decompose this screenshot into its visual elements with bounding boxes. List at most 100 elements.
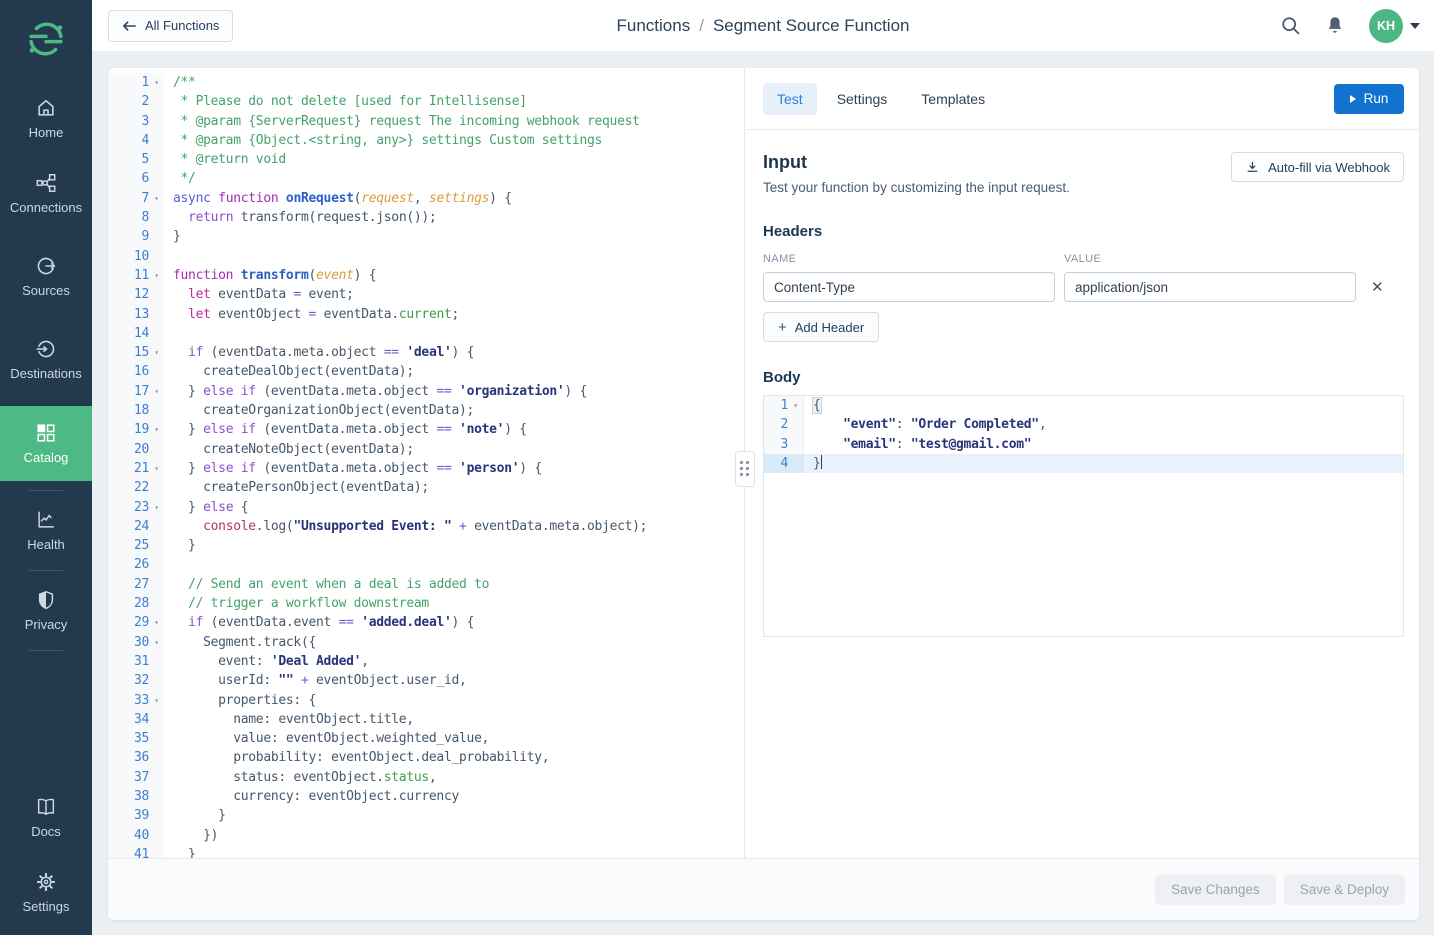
sidebar-item-sources[interactable]: Sources xyxy=(0,246,92,307)
sidebar-item-catalog[interactable]: Catalog xyxy=(0,406,92,481)
header-name-input[interactable] xyxy=(763,272,1055,302)
code-line[interactable]: 10 xyxy=(108,247,744,266)
catalog-icon xyxy=(35,422,57,444)
code-line[interactable]: 5 * @return void xyxy=(108,150,744,169)
sidebar: Home Connections Sources Destinations Ca… xyxy=(0,0,92,935)
code-line[interactable]: 21▾ } else if (eventData.meta.object == … xyxy=(108,459,744,478)
autofill-webhook-button[interactable]: Auto-fill via Webhook xyxy=(1231,152,1404,182)
code-line[interactable]: 37 status: eventObject.status, xyxy=(108,768,744,787)
code-line[interactable]: 14 xyxy=(108,324,744,343)
tab-test[interactable]: Test xyxy=(763,83,817,115)
fold-toggle-icon[interactable]: ▾ xyxy=(149,73,164,92)
code-line[interactable]: 4} xyxy=(764,454,1403,473)
fold-toggle-icon[interactable]: ▾ xyxy=(149,420,164,439)
fold-toggle-icon[interactable]: ▾ xyxy=(149,189,164,208)
code-line[interactable]: 24 console.log("Unsupported Event: " + e… xyxy=(108,517,744,536)
fold-toggle-icon[interactable]: ▾ xyxy=(149,691,164,710)
save-changes-button[interactable]: Save Changes xyxy=(1155,875,1276,905)
fold-toggle-icon[interactable]: ▾ xyxy=(149,613,164,632)
tab-settings[interactable]: Settings xyxy=(823,83,902,115)
avatar[interactable]: KH xyxy=(1369,9,1403,43)
header-row: ✕ xyxy=(763,272,1404,302)
code-line[interactable]: 13 let eventObject = eventData.current; xyxy=(108,305,744,324)
account-menu[interactable]: KH xyxy=(1369,9,1420,43)
sidebar-item-destinations[interactable]: Destinations xyxy=(0,329,92,390)
code-line[interactable]: 33▾ properties: { xyxy=(108,691,744,710)
run-button[interactable]: Run xyxy=(1334,84,1404,114)
code-line[interactable]: 29▾ if (eventData.event == 'added.deal')… xyxy=(108,613,744,632)
save-deploy-button[interactable]: Save & Deploy xyxy=(1284,875,1405,905)
fold-toggle-icon[interactable]: ▾ xyxy=(149,498,164,517)
code-line[interactable]: 15▾ if (eventData.meta.object == 'deal')… xyxy=(108,343,744,362)
code-line[interactable]: 35 value: eventObject.weighted_value, xyxy=(108,729,744,748)
code-line[interactable]: 31 event: 'Deal Added', xyxy=(108,652,744,671)
sidebar-item-label: Home xyxy=(29,125,64,140)
fold-toggle-icon[interactable]: ▾ xyxy=(149,633,164,652)
tab-templates[interactable]: Templates xyxy=(907,83,999,115)
fold-toggle-icon[interactable]: ▾ xyxy=(149,459,164,478)
code-line[interactable]: 30▾ Segment.track({ xyxy=(108,633,744,652)
code-line[interactable]: 36 probability: eventObject.deal_probabi… xyxy=(108,748,744,767)
fold-toggle-icon[interactable]: ▾ xyxy=(149,343,164,362)
fold-toggle-icon[interactable]: ▾ xyxy=(149,266,164,285)
code-line[interactable]: 16 createDealObject(eventData); xyxy=(108,362,744,381)
code-line[interactable]: 9} xyxy=(108,227,744,246)
body-json-editor[interactable]: 1▾{2 "event": "Order Completed",3 "email… xyxy=(763,395,1404,637)
sidebar-item-home[interactable]: Home xyxy=(0,88,92,149)
search-button[interactable] xyxy=(1280,15,1301,36)
sidebar-item-label: Destinations xyxy=(10,366,82,381)
code-line[interactable]: 34 name: eventObject.title, xyxy=(108,710,744,729)
breadcrumb-section[interactable]: Functions xyxy=(617,16,691,35)
all-functions-back-button[interactable]: All Functions xyxy=(108,10,233,42)
code-line[interactable]: 40 }) xyxy=(108,826,744,845)
play-icon xyxy=(1350,95,1356,103)
sidebar-item-health[interactable]: Health xyxy=(0,500,92,561)
code-line[interactable]: 17▾ } else if (eventData.meta.object == … xyxy=(108,382,744,401)
code-line[interactable]: 4 * @param {Object.<string, any>} settin… xyxy=(108,131,744,150)
code-line[interactable]: 2 * Please do not delete [used for Intel… xyxy=(108,92,744,111)
chevron-down-icon[interactable] xyxy=(1410,23,1420,29)
code-line[interactable]: 8 return transform(request.json()); xyxy=(108,208,744,227)
sidebar-item-settings[interactable]: Settings xyxy=(0,862,92,923)
sidebar-item-docs[interactable]: Docs xyxy=(0,787,92,848)
code-line[interactable]: 28 // trigger a workflow downstream xyxy=(108,594,744,613)
code-line[interactable]: 26 xyxy=(108,555,744,574)
code-line[interactable]: 12 let eventData = event; xyxy=(108,285,744,304)
code-line[interactable]: 41 } xyxy=(108,845,744,858)
code-line[interactable]: 7▾async function onRequest(request, sett… xyxy=(108,189,744,208)
code-line[interactable]: 1▾{ xyxy=(764,396,1403,415)
sidebar-item-privacy[interactable]: Privacy xyxy=(0,580,92,641)
code-line[interactable]: 38 currency: eventObject.currency xyxy=(108,787,744,806)
run-button-label: Run xyxy=(1364,91,1389,106)
sidebar-item-connections[interactable]: Connections xyxy=(0,163,92,224)
code-line[interactable]: 27 // Send an event when a deal is added… xyxy=(108,575,744,594)
fold-toggle-icon[interactable]: ▾ xyxy=(149,382,164,401)
add-header-button[interactable]: + Add Header xyxy=(763,312,879,342)
code-line[interactable]: 3 "email": "test@gmail.com" xyxy=(764,435,1403,454)
code-line[interactable]: 32 userId: "" + eventObject.user_id, xyxy=(108,671,744,690)
code-line[interactable]: 22 createPersonObject(eventData); xyxy=(108,478,744,497)
fold-toggle-icon[interactable]: ▾ xyxy=(788,396,803,415)
code-line[interactable]: 18 createOrganizationObject(eventData); xyxy=(108,401,744,420)
code-line[interactable]: 39 } xyxy=(108,806,744,825)
settings-gear-icon xyxy=(35,871,57,893)
header-value-input[interactable] xyxy=(1064,272,1356,302)
function-code-editor[interactable]: 1▾/**2 * Please do not delete [used for … xyxy=(108,68,745,858)
notifications-button[interactable] xyxy=(1325,15,1345,37)
code-line[interactable]: 20 createNoteObject(eventData); xyxy=(108,440,744,459)
code-line[interactable]: 11▾function transform(event) { xyxy=(108,266,744,285)
code-line[interactable]: 19▾ } else if (eventData.meta.object == … xyxy=(108,420,744,439)
remove-header-button[interactable]: ✕ xyxy=(1371,278,1384,296)
sidebar-divider xyxy=(29,490,63,491)
sources-icon xyxy=(35,255,57,277)
code-line[interactable]: 6 */ xyxy=(108,169,744,188)
autofill-button-label: Auto-fill via Webhook xyxy=(1268,160,1390,175)
code-line[interactable]: 3 * @param {ServerRequest} request The i… xyxy=(108,112,744,131)
code-line[interactable]: 23▾ } else { xyxy=(108,498,744,517)
page-title: Segment Source Function xyxy=(713,16,910,35)
code-line[interactable]: 2 "event": "Order Completed", xyxy=(764,415,1403,434)
code-line[interactable]: 1▾/** xyxy=(108,73,744,92)
segment-logo[interactable] xyxy=(0,0,92,78)
code-line[interactable]: 25 } xyxy=(108,536,744,555)
pane-resize-handle[interactable] xyxy=(735,451,755,487)
